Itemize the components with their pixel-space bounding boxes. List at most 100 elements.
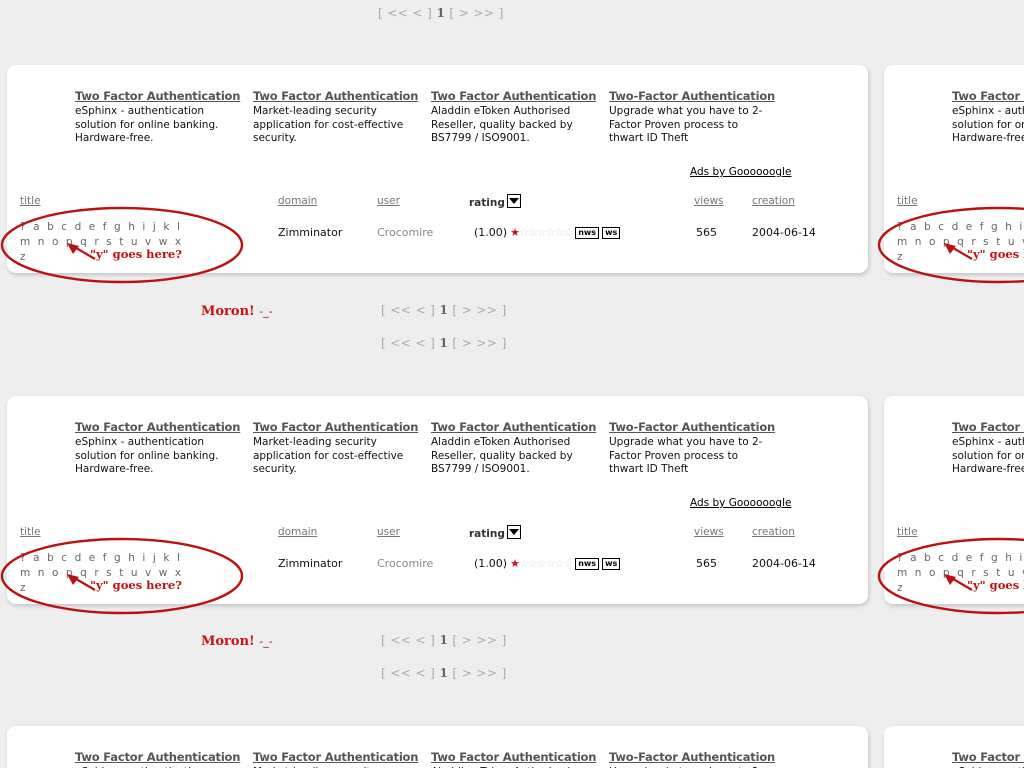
star-empty-icon[interactable]: ☆ (519, 226, 529, 239)
table-cell-domain[interactable]: Zimminator (278, 557, 342, 570)
ad-body: Upgrade what you have to 2-Factor Proven… (609, 105, 763, 144)
sort-descending-icon[interactable] (506, 194, 521, 208)
column-header-user[interactable]: user (377, 526, 400, 538)
pagination-last[interactable]: >> (476, 633, 497, 647)
ads-row: Two Factor Authentication eSphinx - auth… (952, 420, 1024, 477)
column-header-rating[interactable]: rating (469, 525, 521, 540)
ad-item[interactable]: Two Factor Authentication eSphinx - auth… (75, 420, 253, 477)
ad-item[interactable]: Two Factor Authentication Market-leading… (253, 750, 431, 768)
ad-title[interactable]: Two Factor Authentication (431, 420, 596, 435)
pagination-mid-1[interactable]: [ << < ] 1 [ > >> ] (381, 303, 507, 317)
pagination-next[interactable]: > (462, 633, 472, 647)
column-header-views[interactable]: views (694, 526, 724, 538)
ad-item[interactable]: Two Factor Authentication eSphinx - auth… (952, 750, 1024, 768)
column-header-rating[interactable]: rating (469, 194, 521, 209)
pagination-last[interactable]: >> (476, 336, 497, 350)
pagination-next[interactable]: > (462, 303, 472, 317)
rating-stars[interactable]: ★☆☆☆☆☆☆ (510, 557, 573, 570)
column-header-creation[interactable]: creation (752, 526, 795, 538)
ads-by-google-link[interactable]: Ads by Goooooogle (690, 497, 791, 509)
pagination-prev[interactable]: < (415, 633, 425, 647)
rating-stars[interactable]: ★☆☆☆☆☆☆ (510, 226, 573, 239)
badge-nws[interactable]: nws (575, 558, 600, 570)
table-cell-user[interactable]: Crocomire (377, 226, 433, 239)
star-empty-icon[interactable]: ☆ (537, 226, 547, 239)
ad-title[interactable]: Two Factor Authentication (431, 89, 596, 104)
ad-item[interactable]: Two Factor Authentication Market-leading… (253, 420, 431, 477)
ad-item[interactable]: Two-Factor Authentication Upgrade what y… (609, 89, 787, 146)
star-filled-icon[interactable]: ★ (510, 226, 520, 239)
results-panel-2: Two Factor Authentication eSphinx - auth… (7, 396, 868, 604)
ad-item[interactable]: Two Factor Authentication Aladdin eToken… (431, 750, 609, 768)
star-empty-icon[interactable]: ☆ (554, 226, 564, 239)
pagination-first[interactable]: << (387, 6, 408, 20)
pagination-prev[interactable]: < (415, 666, 425, 680)
ads-by-google-link[interactable]: Ads by Goooooogle (690, 166, 791, 178)
star-empty-icon[interactable]: ☆ (519, 557, 529, 570)
column-header-title[interactable]: title (20, 195, 41, 207)
ad-item[interactable]: Two Factor Authentication eSphinx - auth… (952, 420, 1024, 477)
pagination-last[interactable]: >> (476, 303, 497, 317)
ad-title[interactable]: Two Factor Authentication (75, 750, 240, 765)
ad-title[interactable]: Two Factor Authentication (75, 420, 240, 435)
column-header-creation[interactable]: creation (752, 195, 795, 207)
column-header-title[interactable]: title (897, 195, 918, 207)
badge-nws[interactable]: nws (575, 227, 600, 239)
column-header-user[interactable]: user (377, 195, 400, 207)
pagination-prev[interactable]: < (415, 303, 425, 317)
ad-item[interactable]: Two Factor Authentication eSphinx - auth… (75, 750, 253, 768)
pagination-top[interactable]: [ << < ] 1 [ > >> ] (378, 6, 504, 20)
table-cell-domain[interactable]: Zimminator (278, 226, 342, 239)
pagination-next[interactable]: > (459, 6, 469, 20)
pagination-next[interactable]: > (462, 666, 472, 680)
ad-item[interactable]: Two-Factor Authentication Upgrade what y… (609, 420, 787, 477)
ad-item[interactable]: Two Factor Authentication eSphinx - auth… (75, 89, 253, 146)
star-empty-icon[interactable]: ☆ (554, 557, 564, 570)
ad-title[interactable]: Two Factor Authentication (253, 420, 418, 435)
sort-descending-icon[interactable] (506, 525, 521, 539)
pagination-prev[interactable]: < (412, 6, 422, 20)
pagination-first[interactable]: << (390, 666, 411, 680)
column-header-domain[interactable]: domain (278, 195, 317, 207)
ad-title[interactable]: Two Factor Authentication (253, 89, 418, 104)
star-empty-icon[interactable]: ☆ (528, 226, 538, 239)
pagination-next[interactable]: > (462, 336, 472, 350)
pagination-mid-2[interactable]: [ << < ] 1 [ > >> ] (381, 336, 507, 350)
star-empty-icon[interactable]: ☆ (563, 557, 573, 570)
pagination-close-bracket: ] (430, 336, 436, 350)
ad-item[interactable]: Two Factor Authentication Market-leading… (253, 89, 431, 146)
star-empty-icon[interactable]: ☆ (537, 557, 547, 570)
ad-item[interactable]: Two Factor Authentication eSphinx - auth… (952, 89, 1024, 146)
pagination-bottom-2[interactable]: [ << < ] 1 [ > >> ] (381, 666, 507, 680)
star-empty-icon[interactable]: ☆ (528, 557, 538, 570)
pagination-prev[interactable]: < (415, 336, 425, 350)
ad-title[interactable]: Two Factor Authentication (253, 750, 418, 765)
column-header-title[interactable]: title (20, 526, 41, 538)
ad-item[interactable]: Two Factor Authentication Aladdin eToken… (431, 420, 609, 477)
ad-body: eSphinx - authentication solution for on… (952, 436, 1024, 475)
ad-title[interactable]: Two Factor Authentication (952, 89, 1024, 104)
pagination-last[interactable]: >> (473, 6, 494, 20)
ad-title[interactable]: Two Factor Authentication (75, 89, 240, 104)
column-header-views[interactable]: views (694, 195, 724, 207)
pagination-first[interactable]: << (390, 303, 411, 317)
pagination-first[interactable]: << (390, 633, 411, 647)
star-filled-icon[interactable]: ★ (510, 557, 520, 570)
ad-title[interactable]: Two Factor Authentication (952, 420, 1024, 435)
column-header-title[interactable]: title (897, 526, 918, 538)
ad-item[interactable]: Two-Factor Authentication Upgrade what y… (609, 750, 787, 768)
ad-title[interactable]: Two-Factor Authentication (609, 89, 775, 104)
pagination-first[interactable]: << (390, 336, 411, 350)
ad-title[interactable]: Two Factor Authentication (431, 750, 596, 765)
ad-item[interactable]: Two Factor Authentication Aladdin eToken… (431, 89, 609, 146)
table-cell-user[interactable]: Crocomire (377, 557, 433, 570)
ad-title[interactable]: Two-Factor Authentication (609, 420, 775, 435)
badge-ws[interactable]: ws (602, 558, 621, 570)
badge-ws[interactable]: ws (602, 227, 621, 239)
ad-title[interactable]: Two Factor Authentication (952, 750, 1024, 765)
ad-title[interactable]: Two-Factor Authentication (609, 750, 775, 765)
star-empty-icon[interactable]: ☆ (563, 226, 573, 239)
pagination-bottom-1[interactable]: [ << < ] 1 [ > >> ] (381, 633, 507, 647)
column-header-domain[interactable]: domain (278, 526, 317, 538)
pagination-last[interactable]: >> (476, 666, 497, 680)
